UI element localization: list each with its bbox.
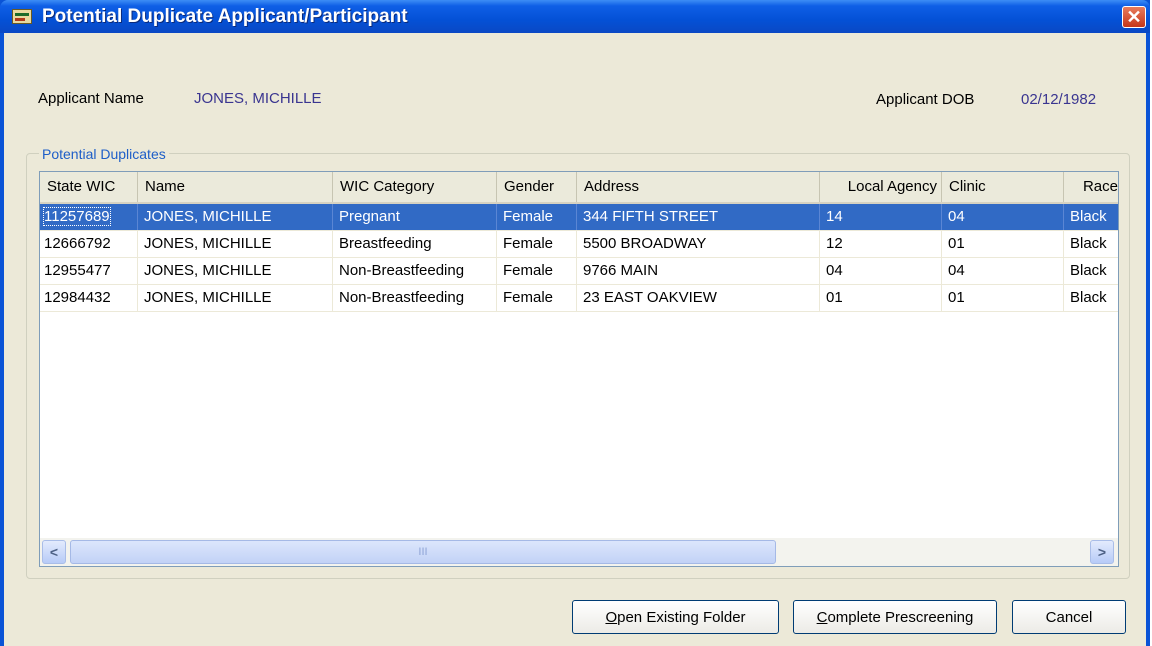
cell-state-wic: 12984432 [40, 285, 138, 311]
scrollbar-grip-icon: III [418, 546, 428, 558]
dialog-window: Potential Duplicate Applicant/Participan… [0, 0, 1150, 646]
cell-address: 23 EAST OAKVIEW [577, 285, 820, 311]
cell-wic-category: Breastfeeding [333, 231, 497, 257]
cell-wic-category: Non-Breastfeeding [333, 285, 497, 311]
cell-clinic: 04 [942, 204, 1064, 230]
close-button[interactable]: ✕ [1122, 6, 1146, 28]
cell-name: JONES, MICHILLE [138, 285, 333, 311]
cell-race: Black [1070, 235, 1107, 252]
column-header-address[interactable]: Address [577, 172, 820, 202]
cell-wic-category: Pregnant [333, 204, 497, 230]
column-header-local-agency[interactable]: Local Agency [820, 172, 942, 202]
applicant-name-label: Applicant Name [38, 90, 144, 107]
chevron-left-icon: < [49, 544, 59, 560]
cell-clinic: 04 [942, 258, 1064, 284]
cell-state-wic: 12955477 [40, 258, 138, 284]
app-icon [12, 9, 32, 24]
cell-local-agency: 01 [820, 285, 942, 311]
cell-gender: Female [497, 258, 577, 284]
cell-wic-category: Non-Breastfeeding [333, 258, 497, 284]
column-header-state-wic[interactable]: State WIC [40, 172, 138, 202]
column-header-race[interactable]: Race [1064, 172, 1118, 202]
cell-address: 9766 MAIN [577, 258, 820, 284]
table-row[interactable]: 12984432 JONES, MICHILLE Non-Breastfeedi… [40, 285, 1118, 312]
scroll-right-button[interactable]: > [1090, 540, 1114, 564]
scrollbar-thumb[interactable]: III [70, 540, 776, 564]
close-icon: ✕ [1126, 7, 1142, 27]
column-header-wic-category[interactable]: WIC Category [333, 172, 497, 202]
cell-local-agency: 14 [820, 204, 942, 230]
cell-name: JONES, MICHILLE [138, 231, 333, 257]
cell-name: JONES, MICHILLE [138, 204, 333, 230]
complete-prescreening-button[interactable]: Complete Prescreening [793, 600, 997, 634]
cell-state-wic: 11257689 [40, 204, 138, 230]
cell-clinic: 01 [942, 285, 1064, 311]
cell-name: JONES, MICHILLE [138, 258, 333, 284]
table-row[interactable]: 12666792 JONES, MICHILLE Breastfeeding F… [40, 231, 1118, 258]
table-header: State WIC Name WIC Category Gender Addre… [40, 172, 1118, 204]
cell-address: 344 FIFTH STREET [577, 204, 820, 230]
duplicates-table[interactable]: State WIC Name WIC Category Gender Addre… [39, 171, 1119, 567]
cell-race: Black [1070, 262, 1107, 279]
applicant-name-value: JONES, MICHILLE [194, 90, 322, 107]
title-bar[interactable]: Potential Duplicate Applicant/Participan… [0, 0, 1150, 33]
table-row[interactable]: 11257689 JONES, MICHILLE Pregnant Female… [40, 204, 1118, 231]
cell-gender: Female [497, 285, 577, 311]
cell-clinic: 01 [942, 231, 1064, 257]
dialog-body: Applicant Name JONES, MICHILLE Applicant… [4, 33, 1146, 646]
horizontal-scrollbar[interactable]: < III > [40, 538, 1118, 566]
cancel-button[interactable]: Cancel [1012, 600, 1126, 634]
window-title: Potential Duplicate Applicant/Participan… [42, 6, 408, 27]
cell-race: Black [1070, 289, 1107, 306]
cell-gender: Female [497, 231, 577, 257]
applicant-dob-label: Applicant DOB [876, 91, 975, 108]
column-header-gender[interactable]: Gender [497, 172, 577, 202]
applicant-dob-value: 02/12/1982 [1021, 91, 1097, 108]
cell-local-agency: 04 [820, 258, 942, 284]
cell-local-agency: 12 [820, 231, 942, 257]
column-header-clinic[interactable]: Clinic [942, 172, 1064, 202]
cell-address: 5500 BROADWAY [577, 231, 820, 257]
open-existing-folder-button[interactable]: Open Existing Folder [572, 600, 779, 634]
cell-state-wic: 12666792 [40, 231, 138, 257]
table-row[interactable]: 12955477 JONES, MICHILLE Non-Breastfeedi… [40, 258, 1118, 285]
scroll-left-button[interactable]: < [42, 540, 66, 564]
duplicates-group-title: Potential Duplicates [39, 146, 169, 162]
cell-gender: Female [497, 204, 577, 230]
cell-race: Black [1070, 208, 1107, 225]
column-header-name[interactable]: Name [138, 172, 333, 202]
chevron-right-icon: > [1097, 544, 1107, 560]
